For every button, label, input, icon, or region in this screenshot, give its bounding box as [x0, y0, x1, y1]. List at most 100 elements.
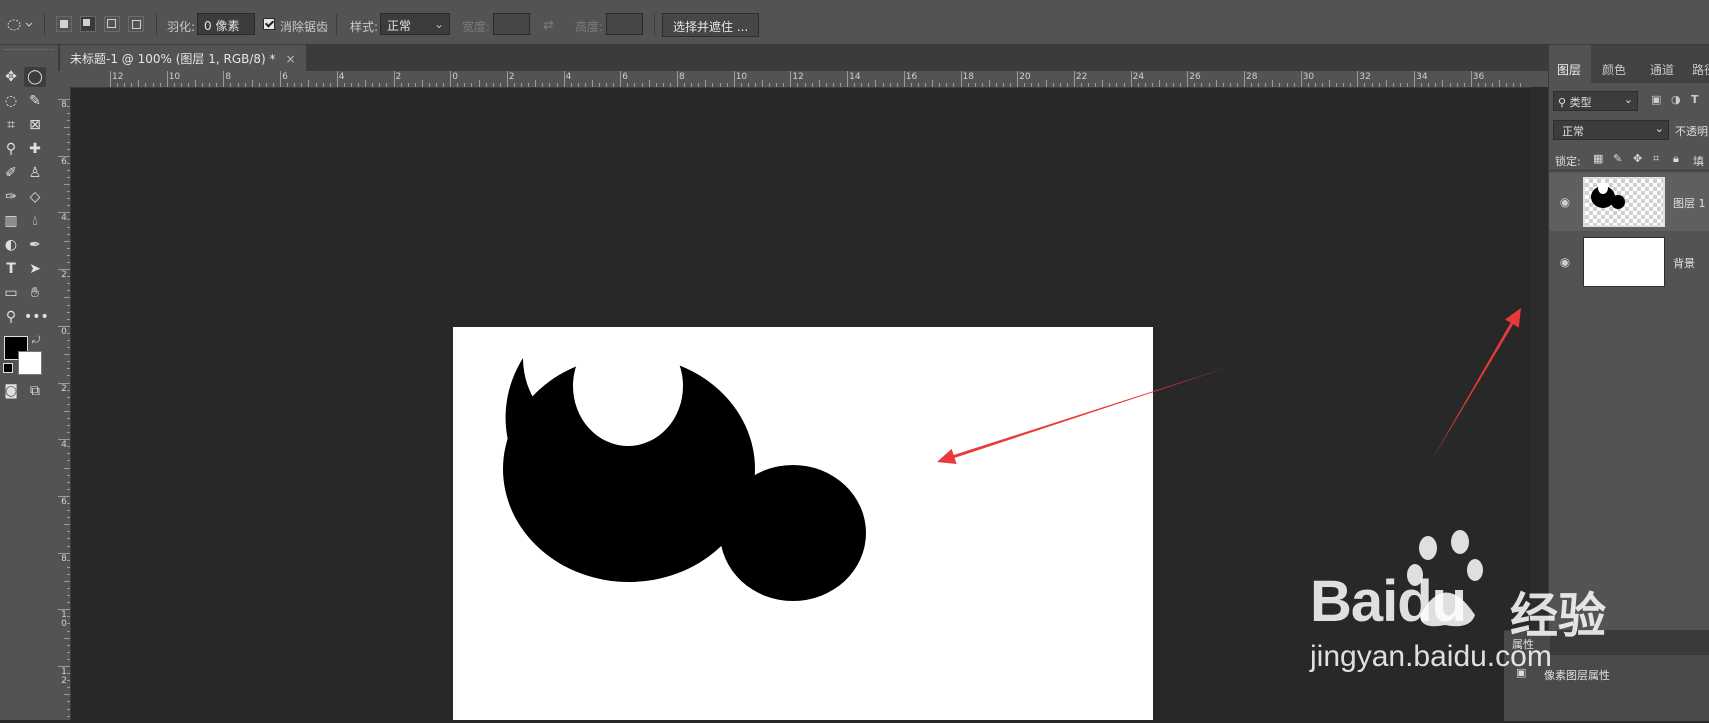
ruler-label: 18	[962, 72, 974, 82]
eyedropper-tool-icon[interactable]: ⚲	[0, 139, 22, 159]
ruler-tick	[64, 694, 70, 696]
lock-all-icon[interactable]: 🔒︎	[1673, 152, 1679, 166]
ruler-tick	[1321, 83, 1323, 87]
intersect-selection-button[interactable]	[128, 16, 144, 32]
ruler-tick	[1392, 83, 1394, 87]
layer-row-layer-1[interactable]: ◉ 图层 1	[1549, 173, 1709, 231]
ruler-tick	[1003, 83, 1005, 87]
zoom-tool-icon[interactable]: ⚲	[0, 307, 22, 327]
visibility-eye-icon[interactable]: ◉	[1557, 254, 1573, 270]
rectangle-tool-icon[interactable]: ▭	[0, 283, 22, 303]
ruler-tick	[251, 80, 253, 87]
frame-tool-icon[interactable]: ⊠	[24, 115, 46, 135]
clone-stamp-tool-icon[interactable]: ♙	[24, 163, 46, 183]
ruler-tick	[67, 510, 70, 512]
swap-colors-icon[interactable]: ⤾	[32, 335, 40, 346]
more-tools-icon[interactable]: •••	[24, 307, 49, 327]
default-colors-icon[interactable]	[3, 363, 13, 373]
visibility-eye-icon[interactable]: ◉	[1557, 194, 1573, 210]
close-tab-icon[interactable]: ×	[286, 52, 296, 66]
ruler-tick	[1499, 80, 1501, 87]
ruler-tick	[450, 71, 452, 87]
blur-tool-icon[interactable]: 💧︎	[24, 211, 46, 231]
filter-type-icon[interactable]: T	[1691, 93, 1699, 106]
style-select[interactable]: 正常 ⌄	[380, 13, 450, 35]
lock-image-icon[interactable]: ✎	[1613, 152, 1622, 165]
options-bar: 羽化: 0 像素 消除锯齿 样式: 正常 ⌄ 宽度: ⇄ 高度: 选择并遮住 ..…	[0, 6, 1709, 45]
history-brush-tool-icon[interactable]: ✑	[0, 187, 22, 207]
pen-tool-icon[interactable]: ✒	[24, 235, 46, 255]
ruler-tick	[443, 83, 445, 87]
ruler-tick	[58, 269, 70, 271]
canvas-artwork	[453, 307, 1153, 601]
ruler-tick	[230, 83, 232, 87]
select-and-mask-button[interactable]: 选择并遮住 ...	[662, 13, 760, 37]
brush-tool-icon[interactable]: ✐	[0, 163, 22, 183]
document-canvas[interactable]	[453, 307, 1153, 720]
layer-row-background[interactable]: ◉ 背景	[1549, 233, 1709, 291]
move-tool-icon[interactable]: ✥	[0, 67, 22, 87]
new-selection-button[interactable]	[56, 16, 72, 32]
type-tool-icon[interactable]: T	[0, 259, 22, 279]
tab-channels[interactable]: 通道	[1650, 61, 1674, 78]
ruler-tick	[67, 588, 70, 590]
ruler-tick	[67, 134, 70, 136]
blend-mode-select[interactable]: 正常 ⌄	[1553, 120, 1669, 140]
ruler-tick	[58, 99, 70, 100]
ruler-tick	[414, 83, 416, 87]
hand-tool-icon[interactable]: ✋︎	[24, 283, 46, 303]
width-input[interactable]	[493, 13, 530, 35]
lock-position-icon[interactable]: ✥	[1633, 152, 1642, 165]
elliptical-marquee-tool-icon[interactable]: ◯	[24, 67, 46, 87]
ruler-tick	[187, 83, 189, 87]
vertical-ruler[interactable]: 8642024681 01 2	[58, 87, 71, 720]
ruler-tick	[67, 311, 70, 313]
quick-mask-icon[interactable]: ◙	[0, 381, 22, 401]
ruler-tick	[868, 83, 870, 87]
feather-input[interactable]: 0 像素	[197, 13, 255, 35]
ruler-tick	[67, 566, 70, 568]
ruler-tick	[58, 666, 70, 667]
ruler-tick	[1314, 83, 1316, 87]
height-input[interactable]	[606, 13, 643, 35]
crop-tool-icon[interactable]: ⌗	[0, 115, 22, 135]
healing-brush-tool-icon[interactable]: ✚	[24, 139, 46, 159]
subtract-from-selection-button[interactable]	[104, 16, 120, 32]
background-color-swatch[interactable]	[18, 351, 42, 375]
add-to-selection-button[interactable]	[80, 16, 96, 32]
tab-color[interactable]: 颜色	[1602, 61, 1626, 78]
ruler-tick	[358, 83, 360, 87]
ruler-tick	[67, 389, 70, 391]
tab-layers[interactable]: 图层	[1557, 61, 1581, 78]
ruler-tick	[67, 226, 70, 228]
lasso-tool-icon[interactable]: ◌	[0, 91, 22, 111]
ruler-tick	[1378, 83, 1380, 87]
swap-icon[interactable]: ⇄	[543, 18, 554, 33]
lock-transparent-icon[interactable]: ▦	[1593, 152, 1603, 165]
ruler-tick	[946, 83, 948, 87]
path-selection-tool-icon[interactable]: ➤	[24, 259, 46, 279]
filter-adjustment-icon[interactable]: ◑	[1671, 93, 1681, 106]
ruler-tick	[67, 148, 70, 150]
ruler-tick	[563, 71, 565, 87]
ruler-tick	[301, 83, 303, 87]
screen-mode-icon[interactable]: ⧉	[24, 381, 46, 401]
ruler-tick	[67, 375, 70, 377]
layer-filter-select[interactable]: ⚲ 类型 ⌄	[1553, 91, 1638, 111]
ruler-tick	[64, 184, 70, 186]
chevron-down-icon: ⌄	[1623, 93, 1633, 106]
horizontal-ruler[interactable]: 12 10 8 6 4 2 0 2 4 6 8 10 12 14 16 18 20 22 24 26 28 30 32 34 3…	[70, 71, 1548, 88]
ruler-tick	[1236, 83, 1238, 87]
gradient-tool-icon[interactable]: ▥	[0, 211, 22, 231]
quick-selection-tool-icon[interactable]: ✎	[24, 91, 46, 111]
lock-artboard-icon[interactable]: ⌗	[1653, 152, 1659, 166]
document-tab[interactable]: 未标题-1 @ 100% (图层 1, RGB/8) * ×	[60, 45, 306, 71]
elliptical-marquee-preset-icon[interactable]	[6, 18, 34, 32]
ruler-tick	[64, 354, 70, 356]
filter-image-icon[interactable]: ▣	[1651, 93, 1661, 106]
dodge-tool-icon[interactable]: ◐	[0, 235, 22, 255]
eraser-tool-icon[interactable]: ◇	[24, 187, 46, 207]
toolbar-grip[interactable]	[4, 49, 54, 52]
tab-paths[interactable]: 路径	[1692, 61, 1709, 78]
antialias-checkbox[interactable]	[263, 18, 275, 30]
